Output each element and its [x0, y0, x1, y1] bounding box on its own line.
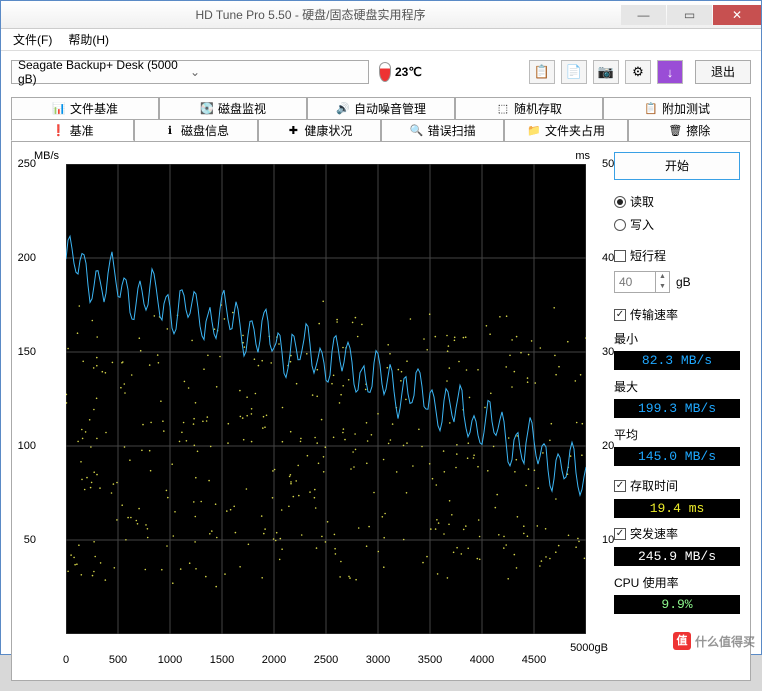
tab-文件夹占用[interactable]: 📁文件夹占用 — [504, 119, 627, 141]
avg-value: 145.0 MB/s — [614, 447, 740, 466]
copy-info-button[interactable]: 📋 — [529, 60, 555, 84]
tab-擦除[interactable]: 🗑擦除 — [628, 119, 751, 141]
tab-icon: ⬚ — [496, 102, 510, 116]
control-panel: 开始 读取 写入 短行程 ▲▼ — [614, 150, 740, 670]
exit-button[interactable]: 退出 — [695, 60, 751, 84]
checkbox-icon — [614, 480, 626, 492]
transfer-rate-check[interactable]: 传输速率 — [614, 305, 740, 324]
tab-icon: ℹ — [163, 124, 177, 138]
tab-附加测试[interactable]: 📋附加测试 — [603, 97, 751, 119]
benchmark-chart: MB/s ms 50100150200250 1020304050 050010… — [22, 150, 602, 670]
radio-icon — [614, 196, 626, 208]
short-stroke-spinner[interactable]: ▲▼ — [614, 271, 670, 293]
tab-icon: 🗑 — [668, 124, 682, 138]
x-axis-unit: 5000gB — [570, 642, 608, 654]
menu-help[interactable]: 帮助(H) — [60, 29, 117, 50]
thermometer-icon — [379, 62, 391, 82]
save-button[interactable]: ↓ — [657, 60, 683, 84]
checkbox-icon — [614, 250, 626, 262]
menubar: 文件(F) 帮助(H) — [1, 29, 761, 51]
tab-错误扫描[interactable]: 🔍错误扫描 — [381, 119, 504, 141]
maximize-button[interactable]: ▭ — [667, 5, 712, 25]
tab-icon: ❗ — [52, 123, 66, 137]
tab-随机存取[interactable]: ⬚随机存取 — [455, 97, 603, 119]
tab-icon: ✚ — [286, 124, 300, 138]
tab-文件基准[interactable]: 📊文件基准 — [11, 97, 159, 119]
mode-write[interactable]: 写入 — [614, 215, 740, 234]
tab-自动噪音管理[interactable]: 🔊自动噪音管理 — [307, 97, 455, 119]
access-value: 19.4 ms — [614, 499, 740, 518]
watermark-logo-icon: 值 — [673, 632, 691, 650]
avg-label: 平均 — [614, 424, 740, 443]
titlebar: HD Tune Pro 5.50 - 硬盘/固态硬盘实用程序 — ▭ ✕ — [1, 1, 761, 29]
cpu-label: CPU 使用率 — [614, 572, 740, 591]
spinner-up-icon[interactable]: ▲ — [655, 272, 669, 282]
tab-磁盘信息[interactable]: ℹ磁盘信息 — [134, 119, 257, 141]
drive-select[interactable]: Seagate Backup+ Desk (5000 gB) ⌄ — [11, 60, 369, 84]
y-axis-left-label: MB/s — [34, 150, 59, 162]
radio-icon — [614, 219, 626, 231]
start-button[interactable]: 开始 — [614, 152, 740, 180]
max-label: 最大 — [614, 376, 740, 395]
max-value: 199.3 MB/s — [614, 399, 740, 418]
chevron-down-icon: ⌄ — [190, 65, 362, 79]
short-stroke-check[interactable]: 短行程 — [614, 246, 740, 265]
minimize-button[interactable]: — — [621, 5, 666, 25]
tab-icon: 💽 — [200, 102, 214, 116]
cpu-value: 9.9% — [614, 595, 740, 614]
copy-screenshot-button[interactable]: 📄 — [561, 60, 587, 84]
min-label: 最小 — [614, 328, 740, 347]
y-axis-right-label: ms — [575, 150, 590, 162]
tab-icon: 🔊 — [336, 102, 350, 116]
spinner-down-icon[interactable]: ▼ — [655, 282, 669, 292]
tab-icon: 📁 — [527, 124, 541, 138]
menu-file[interactable]: 文件(F) — [5, 29, 60, 50]
watermark: 值 值 什么值得买 什么值得买 — [673, 632, 755, 650]
close-button[interactable]: ✕ — [713, 5, 761, 25]
tab-磁盘监视[interactable]: 💽磁盘监视 — [159, 97, 307, 119]
tab-icon: 📊 — [52, 102, 66, 116]
window-title: HD Tune Pro 5.50 - 硬盘/固态硬盘实用程序 — [1, 6, 620, 23]
checkbox-icon — [614, 528, 626, 540]
temperature-display: 23℃ — [379, 62, 422, 82]
access-time-check[interactable]: 存取时间 — [614, 476, 740, 495]
settings-button[interactable]: ⚙ — [625, 60, 651, 84]
burst-value: 245.9 MB/s — [614, 547, 740, 566]
checkbox-icon — [614, 309, 626, 321]
screenshot-button[interactable]: 📷 — [593, 60, 619, 84]
drive-select-value: Seagate Backup+ Desk (5000 gB) — [18, 58, 190, 86]
toolbar: Seagate Backup+ Desk (5000 gB) ⌄ 23℃ 📋 📄… — [1, 51, 761, 93]
burst-rate-check[interactable]: 突发速率 — [614, 524, 740, 543]
tab-健康状况[interactable]: ✚健康状况 — [258, 119, 381, 141]
min-value: 82.3 MB/s — [614, 351, 740, 370]
mode-read[interactable]: 读取 — [614, 192, 740, 211]
tab-icon: 🔍 — [410, 124, 424, 138]
tab-icon: 📋 — [644, 102, 658, 116]
short-stroke-value[interactable] — [615, 272, 655, 292]
tab-基准[interactable]: ❗基准 — [11, 119, 134, 141]
